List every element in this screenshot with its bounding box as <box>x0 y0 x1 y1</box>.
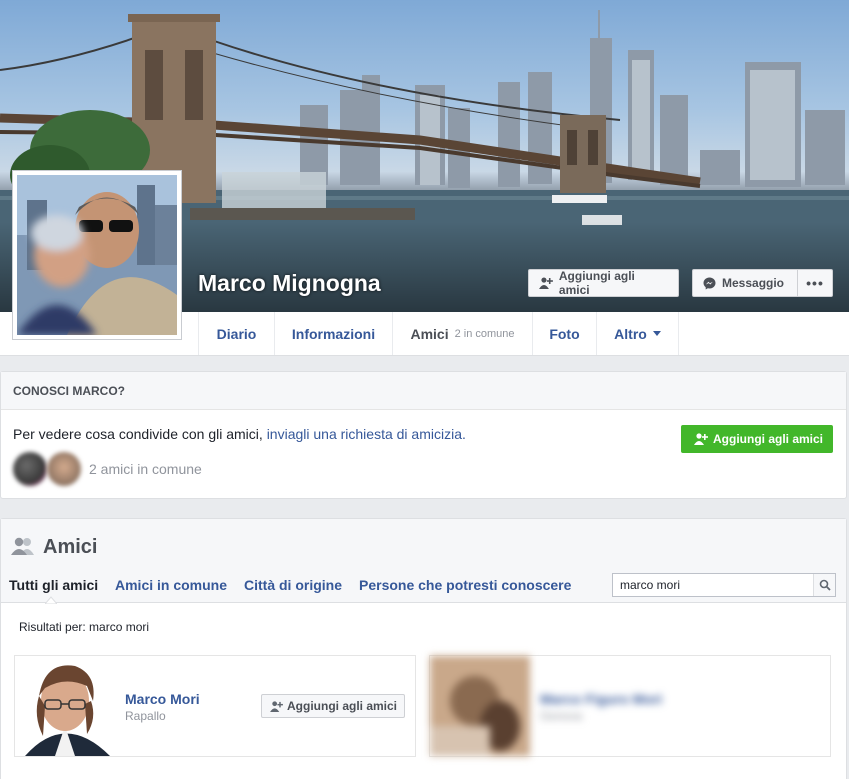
add-friend-label: Aggiungi agli amici <box>558 269 635 297</box>
friend-city: Rapallo <box>125 709 166 723</box>
friend-photo[interactable] <box>430 656 530 756</box>
add-friend-icon <box>539 277 553 289</box>
profile-name[interactable]: Marco Mignogna <box>198 270 381 297</box>
avatar[interactable] <box>13 452 47 486</box>
add-friend-tile-button[interactable]: Aggiungi agli amici <box>261 694 405 718</box>
search-button[interactable] <box>813 574 835 596</box>
add-friend-green-button[interactable]: Aggiungi agli amici <box>681 425 833 453</box>
mutual-friends-count[interactable]: 2 amici in comune <box>89 461 202 477</box>
chevron-down-icon <box>652 331 661 336</box>
tab-label: Altro <box>614 325 647 342</box>
messenger-icon <box>703 277 716 289</box>
message-label: Messaggio <box>722 276 785 290</box>
active-tab-pointer <box>45 596 57 604</box>
search-value: marco mori <box>620 578 681 592</box>
friends-card: Amici Tutti gli amici Amici in comune Ci… <box>0 518 847 779</box>
tab-altro[interactable]: Altro <box>596 312 679 355</box>
tab-amici[interactable]: Amici 2 in comune <box>392 312 532 355</box>
friends-icon <box>11 537 34 555</box>
profile-picture-image <box>17 175 177 335</box>
message-button[interactable]: Messaggio <box>692 269 798 297</box>
add-friend-green-label: Aggiungi agli amici <box>713 432 824 446</box>
add-friend-button[interactable]: Aggiungi agli amici <box>528 269 679 297</box>
tab-diario[interactable]: Diario <box>198 312 274 355</box>
add-friend-icon <box>694 433 708 445</box>
friend-name-link[interactable]: Marco Figuro Mori <box>540 691 662 707</box>
profile-photo-illustration <box>17 175 177 335</box>
friend-photo[interactable] <box>15 656 115 756</box>
friend-city: Genova <box>540 709 583 723</box>
tab-all-friends[interactable]: Tutti gli amici <box>9 577 98 593</box>
know-header: CONOSCI MARCO? <box>1 372 846 410</box>
know-card: CONOSCI MARCO? Per vedere cosa condivide… <box>0 371 847 499</box>
tab-foto[interactable]: Foto <box>532 312 596 355</box>
tab-label: Informazioni <box>291 325 376 342</box>
friend-result-tile: Marco Mori Rapallo Aggiungi agli amici <box>14 655 416 757</box>
friends-search-input[interactable]: marco mori <box>612 573 836 597</box>
friend-name-link[interactable]: Marco Mori <box>125 691 200 707</box>
avatar[interactable] <box>47 452 81 486</box>
tab-hometown[interactable]: Città di origine <box>244 577 342 593</box>
search-icon <box>819 579 831 591</box>
mutual-friends-avatars[interactable] <box>13 452 83 486</box>
friend-photo-illustration <box>15 656 115 756</box>
more-options-button[interactable]: ••• <box>797 269 833 297</box>
know-text: Per vedere cosa condivide con gli amici,… <box>13 426 466 442</box>
tab-mutual-friends[interactable]: Amici in comune <box>115 577 227 593</box>
results-label: Risultati per: marco mori <box>19 620 150 634</box>
profile-picture[interactable] <box>12 170 182 340</box>
add-friend-icon <box>270 700 283 712</box>
friends-header: Amici Tutti gli amici Amici in comune Ci… <box>1 519 846 604</box>
tab-sub-count: 2 in comune <box>454 327 515 340</box>
tab-label: Amici <box>410 325 449 342</box>
tab-informazioni[interactable]: Informazioni <box>274 312 392 355</box>
friend-photo-illustration <box>430 656 530 756</box>
tab-label: Foto <box>549 325 580 342</box>
friends-title: Amici <box>43 536 98 558</box>
send-request-link[interactable]: inviagli una richiesta di amicizia. <box>267 426 466 442</box>
know-text-body: Per vedere cosa condivide con gli amici, <box>13 426 267 442</box>
tab-label: Diario <box>216 325 257 342</box>
add-friend-tile-label: Aggiungi agli amici <box>287 699 398 713</box>
friend-result-tile: Marco Figuro Mori Genova <box>429 655 831 757</box>
tab-people-you-may-know[interactable]: Persone che potresti conoscere <box>359 577 571 593</box>
